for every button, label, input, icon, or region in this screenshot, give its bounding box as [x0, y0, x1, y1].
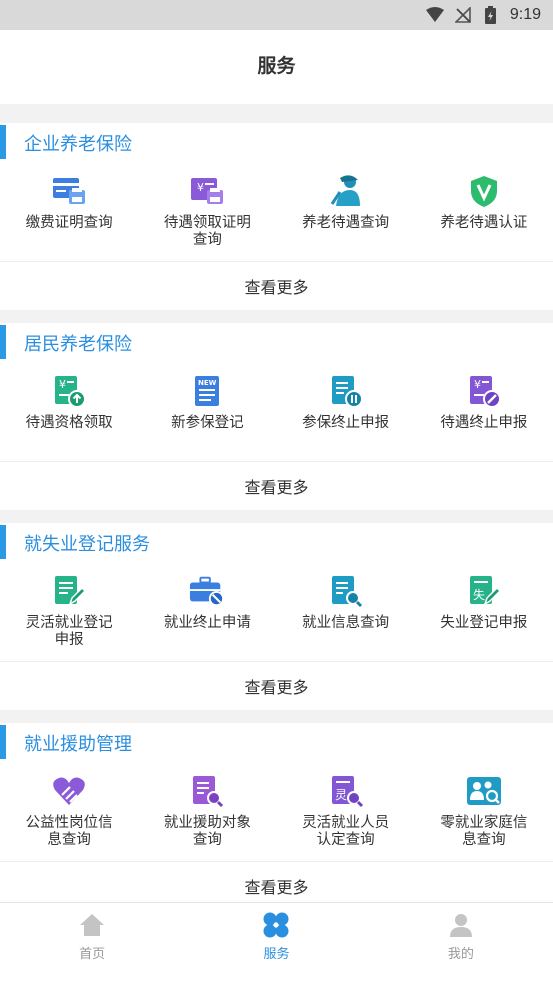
service-item-benefit-eligibility[interactable]: ¥ 待遇资格领取 [0, 363, 138, 461]
service-item-label: 零就业家庭信息查询 [440, 815, 528, 848]
pension-benefit-query-icon [328, 173, 364, 209]
section-accent-bar [0, 525, 6, 559]
service-item-pension-benefit-query[interactable]: 养老待遇查询 [277, 163, 415, 261]
section-title: 居民养老保险 [24, 334, 132, 355]
tab-services[interactable]: 服务 [184, 903, 368, 983]
service-item-payment-certificate[interactable]: 缴费证明查询 [0, 163, 138, 261]
tab-label: 服务 [263, 947, 290, 962]
service-item-benefit-receipt-certificate[interactable]: ¥ 待遇领取证明查询 [138, 163, 276, 261]
service-item-flexible-worker-identification[interactable]: 灵 灵活就业人员认定查询 [277, 763, 415, 861]
service-item-label: 就业信息查询 [302, 615, 390, 631]
service-item-label: 缴费证明查询 [25, 215, 113, 231]
section-title: 就业援助管理 [24, 734, 132, 755]
page-header: 服务 [0, 30, 553, 104]
service-item-unemployment-registration[interactable]: 失 失业登记申报 [415, 563, 553, 661]
service-item-label: 就业终止申请 [163, 615, 251, 631]
tab-profile[interactable]: 我的 [369, 903, 553, 983]
benefit-termination-icon: ¥ [466, 373, 502, 409]
employment-termination-icon [189, 573, 225, 609]
zero-employment-family-icon [466, 773, 502, 809]
section-resident-pension: 居民养老保险 ¥ 待遇资格领取 NEW 新参保登记 参保终止申报 ¥ 待遇终止申… [0, 323, 553, 510]
section-title: 企业养老保险 [24, 134, 132, 155]
service-item-label: 灵活就业人员认定查询 [302, 815, 390, 848]
svg-text:¥: ¥ [59, 378, 66, 391]
bottom-tab-bar: 首页 服务 我的 [0, 902, 553, 983]
service-grid: 灵活就业登记申报 就业终止申请 就业信息查询 失 失业登记申报 [0, 563, 553, 662]
tab-home[interactable]: 首页 [0, 903, 184, 983]
service-item-new-enrollment[interactable]: NEW 新参保登记 [138, 363, 276, 461]
service-item-flexible-employment-registration[interactable]: 灵活就业登记申报 [0, 563, 138, 661]
service-item-label: 失业登记申报 [440, 615, 528, 631]
tab-label: 首页 [79, 947, 106, 962]
service-grid: ¥ 待遇资格领取 NEW 新参保登记 参保终止申报 ¥ 待遇终止申报 [0, 363, 553, 462]
section-title: 就失业登记服务 [24, 534, 150, 555]
service-item-label: 养老待遇认证 [440, 215, 528, 231]
wifi-icon [425, 6, 444, 24]
service-item-enrollment-termination[interactable]: 参保终止申报 [277, 363, 415, 461]
service-item-zero-employment-family[interactable]: 零就业家庭信息查询 [415, 763, 553, 861]
home-icon [78, 911, 106, 939]
employment-info-query-icon [328, 573, 364, 609]
view-more-button[interactable]: 查看更多 [0, 462, 553, 510]
service-item-benefit-termination[interactable]: ¥ 待遇终止申报 [415, 363, 553, 461]
section-employment-aid: 就业援助管理 公益性岗位信息查询 就业援助对象查询 灵 灵活就业人员认定查询 零… [0, 723, 553, 902]
enrollment-termination-icon [328, 373, 364, 409]
svg-text:灵: 灵 [335, 788, 347, 802]
service-item-label: 待遇资格领取 [25, 415, 113, 431]
section-header: 企业养老保险 [0, 123, 553, 163]
service-item-label: 公益性岗位信息查询 [25, 815, 113, 848]
flexible-worker-identification-icon: 灵 [328, 773, 364, 809]
section-accent-bar [0, 725, 6, 759]
benefit-receipt-certificate-icon: ¥ [189, 173, 225, 209]
new-enrollment-icon: NEW [189, 373, 225, 409]
service-item-public-welfare-post[interactable]: 公益性岗位信息查询 [0, 763, 138, 861]
service-item-employment-aid-target[interactable]: 就业援助对象查询 [138, 763, 276, 861]
service-grid: 缴费证明查询 ¥ 待遇领取证明查询 养老待遇查询 养老待遇认证 [0, 163, 553, 262]
tab-label: 我的 [447, 947, 474, 962]
benefit-eligibility-icon: ¥ [51, 373, 87, 409]
services-content[interactable]: 企业养老保险 缴费证明查询 ¥ 待遇领取证明查询 养老待遇查询 养老待遇认证 查… [0, 104, 553, 902]
section-header: 就失业登记服务 [0, 523, 553, 563]
unemployment-registration-icon: 失 [466, 573, 502, 609]
clock-time: 9:19 [509, 6, 541, 23]
service-item-employment-info-query[interactable]: 就业信息查询 [277, 563, 415, 661]
svg-text:¥: ¥ [474, 378, 481, 391]
no-signal-icon [454, 6, 472, 24]
section-accent-bar [0, 325, 6, 359]
service-item-employment-termination[interactable]: 就业终止申请 [138, 563, 276, 661]
section-header: 居民养老保险 [0, 323, 553, 363]
view-more-button[interactable]: 查看更多 [0, 662, 553, 710]
view-more-button[interactable]: 查看更多 [0, 862, 553, 902]
payment-certificate-icon [51, 173, 87, 209]
profile-icon [447, 911, 475, 939]
svg-text:失: 失 [473, 587, 485, 602]
service-item-label: 灵活就业登记申报 [25, 615, 113, 648]
section-enterprise-pension: 企业养老保险 缴费证明查询 ¥ 待遇领取证明查询 养老待遇查询 养老待遇认证 查… [0, 123, 553, 310]
service-item-label: 养老待遇查询 [302, 215, 390, 231]
service-item-label: 就业援助对象查询 [163, 815, 251, 848]
employment-aid-target-icon [189, 773, 225, 809]
service-item-pension-benefit-verification[interactable]: 养老待遇认证 [415, 163, 553, 261]
status-bar: 9:19 [0, 0, 553, 30]
section-accent-bar [0, 125, 6, 159]
services-icon [262, 911, 290, 939]
pension-benefit-verification-icon [466, 173, 502, 209]
service-item-label: 新参保登记 [171, 415, 244, 431]
public-welfare-post-icon [51, 773, 87, 809]
svg-text:¥: ¥ [197, 181, 204, 194]
service-item-label: 待遇终止申报 [440, 415, 528, 431]
svg-text:NEW: NEW [198, 379, 217, 387]
service-item-label: 参保终止申报 [302, 415, 390, 431]
flexible-employment-registration-icon [51, 573, 87, 609]
section-employment-registration: 就失业登记服务 灵活就业登记申报 就业终止申请 就业信息查询 失 失业登记申报 … [0, 523, 553, 710]
service-item-label: 待遇领取证明查询 [163, 215, 251, 248]
view-more-button[interactable]: 查看更多 [0, 262, 553, 310]
service-grid: 公益性岗位信息查询 就业援助对象查询 灵 灵活就业人员认定查询 零就业家庭信息查… [0, 763, 553, 862]
battery-charging-icon [482, 6, 500, 24]
page-title: 服务 [257, 54, 296, 77]
section-header: 就业援助管理 [0, 723, 553, 763]
